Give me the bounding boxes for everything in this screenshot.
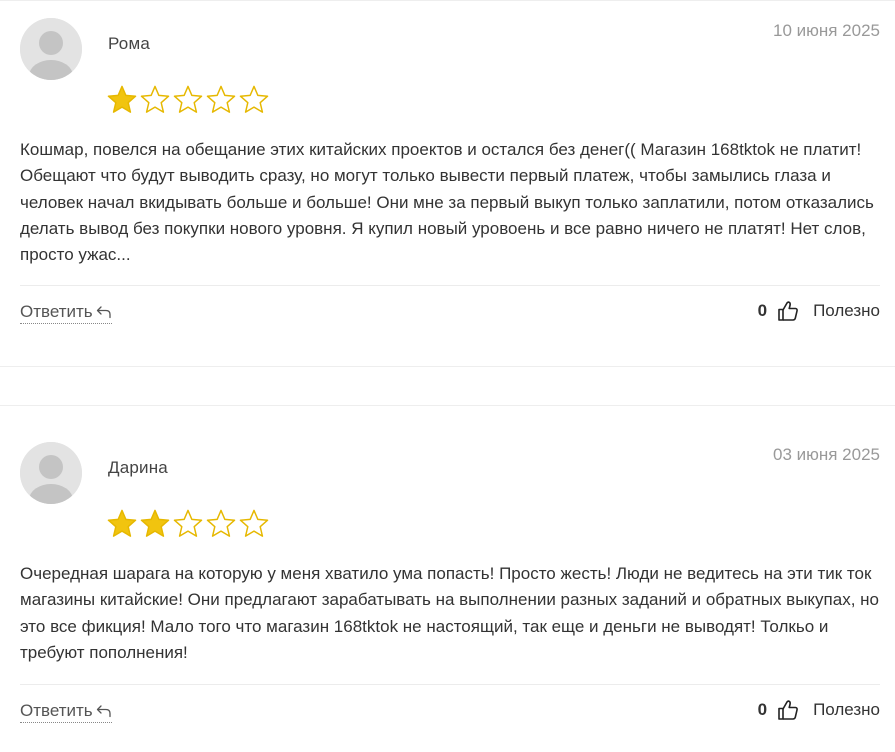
- divider: [20, 285, 880, 286]
- helpful-button[interactable]: Полезно: [813, 301, 880, 321]
- star-filled-icon: [106, 508, 138, 538]
- thumbs-up-icon[interactable]: [777, 300, 799, 322]
- thumbs-up-icon[interactable]: [777, 699, 799, 721]
- review-date: 03 июня 2025: [772, 445, 880, 464]
- star-filled-icon: [106, 84, 138, 114]
- star-empty-icon: [172, 84, 204, 114]
- top-divider: [0, 0, 895, 1]
- star-empty-icon: [238, 84, 270, 114]
- review-text: Очередная шарага на которую у меня хвати…: [20, 564, 880, 662]
- reply-label: Ответить: [20, 302, 93, 321]
- helpful-button[interactable]: Полезно: [813, 700, 880, 720]
- review-text: Кошмар, повелся на обещание этих китайск…: [20, 140, 874, 265]
- reply-arrow-icon: [96, 305, 112, 319]
- reply-button[interactable]: Ответить: [20, 302, 112, 324]
- helpful-count: 0: [757, 700, 768, 719]
- helpful-section: 0 Полезно: [758, 300, 880, 322]
- reviews-page: Рома 10 июня 2025 Кошмар, повелся на обе…: [0, 0, 895, 752]
- star-rating: [106, 508, 270, 538]
- star-empty-icon: [205, 84, 237, 114]
- review-separator: [0, 366, 895, 406]
- helpful-count: 0: [757, 301, 768, 320]
- divider: [20, 684, 880, 685]
- user-avatar-icon: [20, 18, 82, 80]
- star-empty-icon: [238, 508, 270, 538]
- reply-button[interactable]: Ответить: [20, 701, 112, 723]
- review-date: 10 июня 2025: [772, 21, 880, 40]
- review-author: Дарина: [108, 458, 168, 477]
- star-empty-icon: [205, 508, 237, 538]
- reply-arrow-icon: [96, 704, 112, 718]
- star-filled-icon: [139, 508, 171, 538]
- star-empty-icon: [139, 84, 171, 114]
- helpful-section: 0 Полезно: [758, 699, 880, 721]
- user-avatar-icon: [20, 442, 82, 504]
- star-rating: [106, 84, 270, 114]
- reply-label: Ответить: [20, 701, 93, 720]
- review-author: Рома: [108, 34, 150, 53]
- star-empty-icon: [172, 508, 204, 538]
